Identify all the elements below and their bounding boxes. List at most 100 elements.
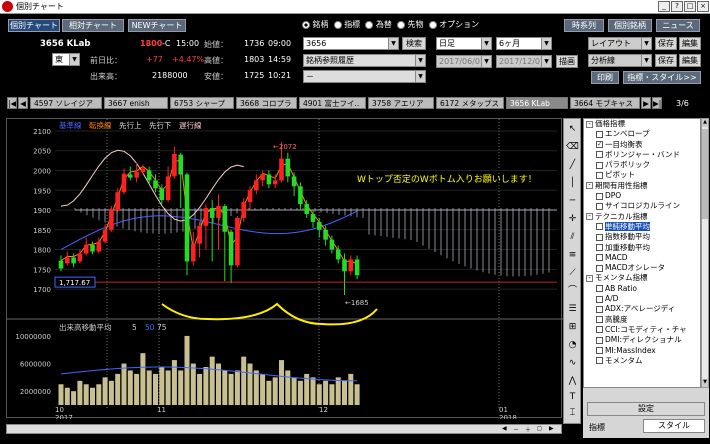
tab-stock-3[interactable]: 3668 コロプラ bbox=[236, 97, 297, 109]
radio-stock[interactable] bbox=[302, 20, 310, 29]
history-select[interactable]: 銘柄参照履歴 ▼ bbox=[303, 54, 426, 67]
tab-stock-4[interactable]: 4901 富士フイ.. bbox=[299, 97, 366, 109]
checkbox[interactable] bbox=[596, 233, 603, 241]
indicator-item[interactable]: ボリンジャー・バンド bbox=[584, 150, 700, 160]
circle-tool-icon[interactable]: ◔ bbox=[566, 339, 579, 352]
checkbox[interactable] bbox=[596, 161, 603, 169]
tab-stock-5[interactable]: 3758 アエリア bbox=[368, 97, 434, 109]
scroll-right-icon[interactable]: ▶ bbox=[549, 425, 559, 433]
text-tool-icon[interactable]: T bbox=[566, 391, 579, 404]
indicator-group[interactable]: - テクニカル指標 bbox=[584, 212, 700, 222]
scroll-up-icon[interactable]: ▲ bbox=[702, 119, 708, 127]
indicator-group[interactable]: - 価格指標 bbox=[584, 119, 700, 129]
tab-stock-1[interactable]: 3667 enish bbox=[104, 97, 168, 109]
checkbox[interactable] bbox=[596, 202, 603, 210]
indicator-item[interactable]: CCI:コモディティ・チャ bbox=[584, 325, 700, 335]
chart-area[interactable]: 2100 2050 2000 1950 1900 1850 1800 1750 1700 1000… bbox=[6, 118, 563, 422]
relative-chart-button[interactable]: 相対チャート bbox=[62, 19, 124, 32]
scroll-left-icon[interactable]: ◀ bbox=[502, 425, 512, 433]
range-select[interactable]: 6ヶ月 ▼ bbox=[496, 37, 552, 50]
indicator-item[interactable]: DPO bbox=[584, 191, 700, 201]
individual-chart-button[interactable]: 個別チャート bbox=[8, 19, 60, 32]
checkbox[interactable] bbox=[596, 305, 603, 313]
indicator-item[interactable]: 高騰度 bbox=[584, 315, 700, 325]
checkbox[interactable] bbox=[596, 285, 603, 293]
price-volume-chart[interactable]: 2100 2050 2000 1950 1900 1850 1800 1750 1700 1000… bbox=[7, 119, 563, 422]
collapse-icon[interactable]: - bbox=[586, 274, 593, 282]
radio-forex[interactable] bbox=[365, 20, 374, 29]
draw-button[interactable]: 描画 bbox=[556, 55, 578, 68]
indicator-style-button[interactable]: 指標・スタイル>> bbox=[623, 71, 701, 84]
scroll-thumb[interactable] bbox=[702, 129, 708, 219]
tab-stock-0[interactable]: 4597 ソレイジア bbox=[30, 97, 102, 109]
news-button[interactable]: ニュース bbox=[656, 19, 700, 32]
style-tab[interactable]: スタイル bbox=[643, 419, 705, 433]
analysis-save-button[interactable]: 保存 bbox=[655, 54, 677, 67]
analysis-edit-button[interactable]: 編集 bbox=[679, 54, 701, 67]
zoom-in-icon[interactable]: ＋ bbox=[525, 425, 535, 434]
search-button[interactable]: 検索 bbox=[402, 37, 426, 50]
stock-info-button[interactable]: 個別銘柄 bbox=[608, 19, 652, 32]
blank-select[interactable]: － ▼ bbox=[303, 70, 426, 83]
tab-next-icon[interactable]: ▶ bbox=[641, 97, 651, 109]
tab-last-icon[interactable]: ▶| bbox=[652, 97, 662, 109]
fan-icon[interactable]: ⟋ bbox=[566, 267, 579, 280]
market-select[interactable]: 東 ▼ bbox=[52, 53, 80, 66]
indicator-item[interactable]: モメンタム bbox=[584, 356, 700, 366]
checkbox[interactable] bbox=[596, 295, 603, 303]
indicator-item[interactable]: MACD bbox=[584, 253, 700, 263]
trendline-icon[interactable]: ╱ bbox=[566, 159, 579, 172]
vertical-line-icon[interactable]: │ bbox=[566, 177, 579, 190]
checkbox[interactable] bbox=[596, 192, 603, 200]
zoom-reset-icon[interactable]: ◻ bbox=[537, 425, 547, 433]
timeseries-button[interactable]: 時系列 bbox=[564, 19, 604, 32]
settings-button[interactable]: 設定 bbox=[587, 402, 705, 416]
analysis-select[interactable]: 分析線 ▼ bbox=[588, 54, 652, 67]
help-button[interactable]: ? bbox=[671, 1, 683, 12]
retracement-icon[interactable]: ⊞ bbox=[566, 321, 579, 334]
indicator-item[interactable]: ピボット bbox=[584, 170, 700, 180]
indicator-item[interactable]: MACDオシレータ bbox=[584, 263, 700, 273]
checkbox[interactable] bbox=[596, 347, 603, 355]
bracket-icon[interactable]: ⌶ bbox=[566, 407, 579, 420]
tab-stock-7[interactable]: 3656 KLab bbox=[506, 97, 568, 109]
indicator-group[interactable]: - 期間有用性指標 bbox=[584, 181, 700, 191]
checkbox[interactable] bbox=[596, 130, 603, 138]
arc-icon[interactable]: ⌒ bbox=[566, 285, 579, 298]
eraser-icon[interactable]: ⌫ bbox=[566, 141, 579, 154]
period-select[interactable]: 日足 ▼ bbox=[436, 37, 492, 50]
radio-index[interactable] bbox=[333, 20, 342, 29]
indicator-item[interactable]: サイコロジカルライン bbox=[584, 201, 700, 211]
checkbox[interactable] bbox=[596, 264, 603, 272]
checkbox[interactable] bbox=[596, 171, 603, 179]
code-input[interactable]: 3656 ▼ bbox=[303, 37, 399, 50]
checkbox[interactable] bbox=[596, 254, 603, 262]
cursor-icon[interactable]: ↖ bbox=[566, 123, 579, 136]
chart-hscrollbar[interactable]: ◀ － ＋ ◻ ▶ bbox=[6, 424, 562, 434]
indicator-group[interactable]: - モメンタム指標 bbox=[584, 273, 700, 283]
layout-select[interactable]: レイアウト ▼ bbox=[588, 37, 652, 50]
checkbox[interactable] bbox=[596, 336, 603, 344]
checkbox[interactable] bbox=[596, 151, 603, 159]
radio-futures[interactable] bbox=[396, 20, 405, 29]
channel-icon[interactable]: ≡ bbox=[566, 249, 579, 262]
indicator-item[interactable]: A/D bbox=[584, 294, 700, 304]
indicator-item[interactable]: AB Ratio bbox=[584, 284, 700, 294]
checkbox[interactable] bbox=[596, 244, 603, 252]
tab-stock-8[interactable]: 3664 モブキャス bbox=[570, 97, 640, 109]
tab-stock-6[interactable]: 6172 メタップス bbox=[436, 97, 504, 109]
radio-option[interactable] bbox=[428, 20, 437, 29]
print-button[interactable]: 印刷 bbox=[591, 71, 619, 84]
zigzag-icon[interactable]: ⋀ bbox=[566, 375, 579, 388]
close-button[interactable]: × bbox=[697, 1, 709, 12]
indicator-item[interactable]: DMI:ディレクショナル bbox=[584, 335, 700, 345]
tab-stock-2[interactable]: 6753 シャープ bbox=[170, 97, 234, 109]
parallel-line-icon[interactable]: ⫽ bbox=[566, 231, 579, 244]
collapse-icon[interactable]: - bbox=[586, 182, 593, 190]
checkbox[interactable] bbox=[596, 326, 603, 334]
maximize-button[interactable]: □ bbox=[684, 1, 696, 12]
tab-first-icon[interactable]: |◀ bbox=[7, 97, 17, 109]
checkbox[interactable] bbox=[596, 223, 603, 231]
indicator-item[interactable]: 加重移動平均 bbox=[584, 243, 700, 253]
indicator-item[interactable]: 単純移動平均 bbox=[584, 221, 700, 232]
